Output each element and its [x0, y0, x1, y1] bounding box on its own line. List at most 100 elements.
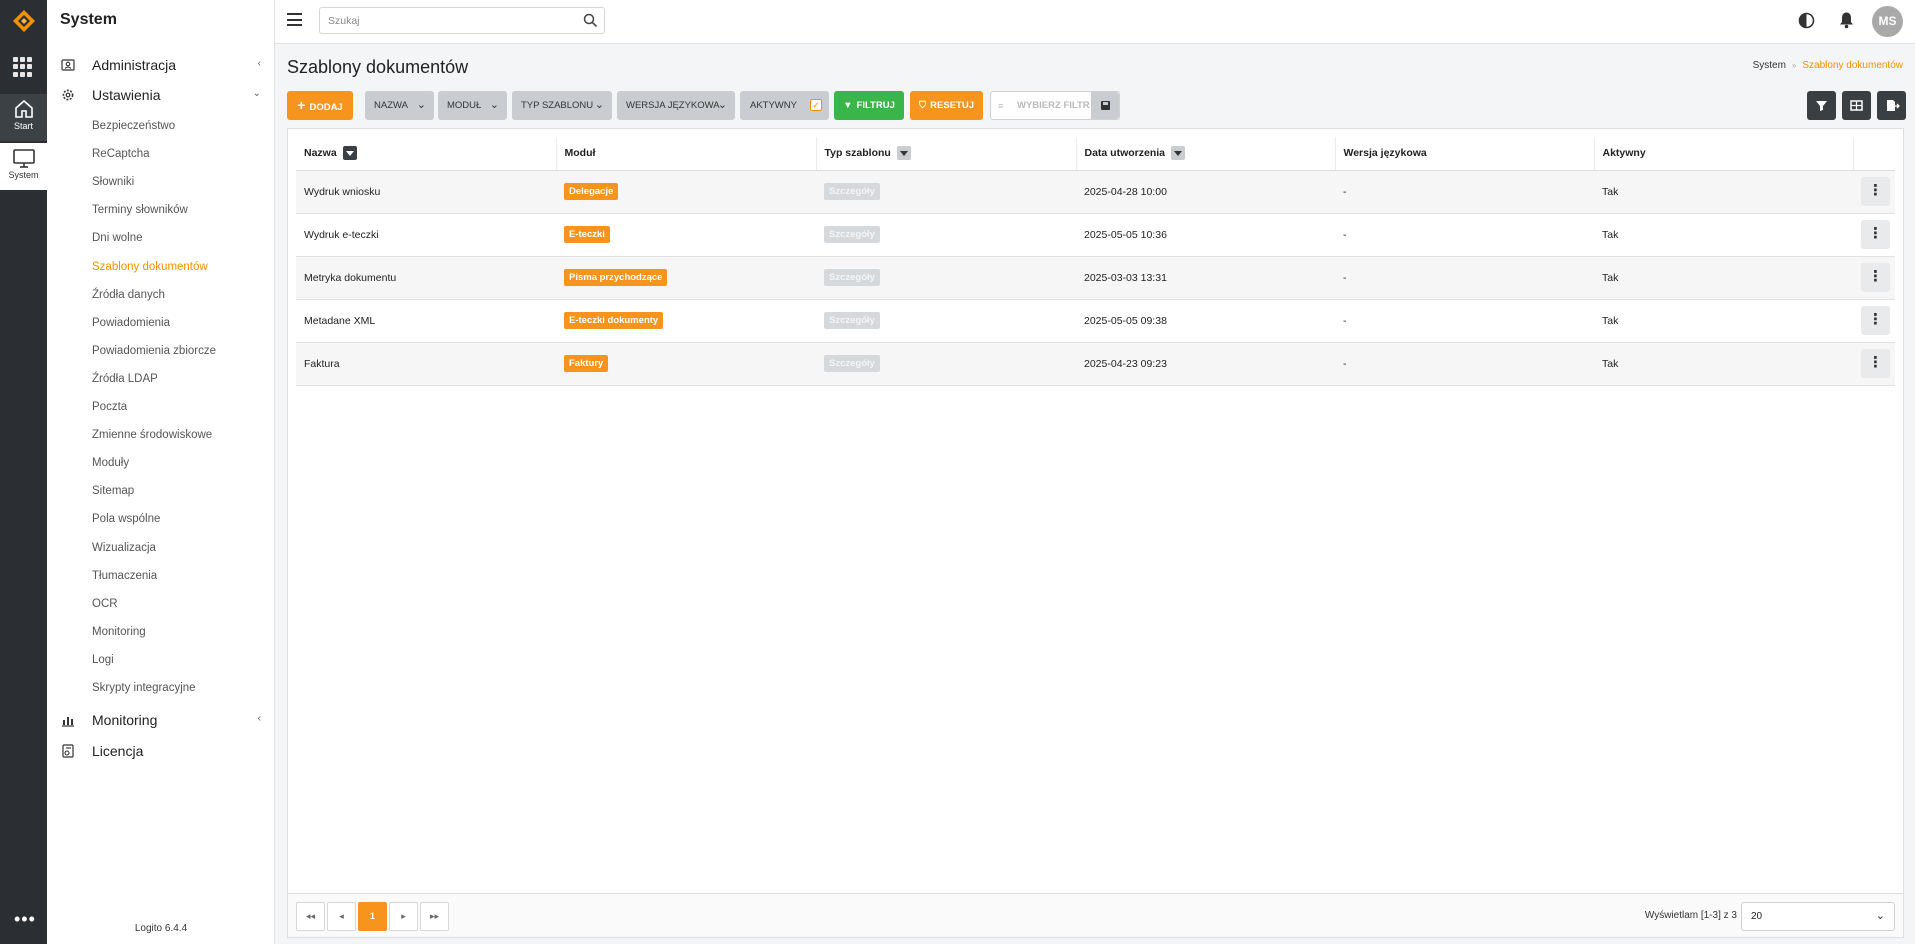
- clear-filter-icon: ⛉: [919, 100, 927, 111]
- sidebar-group-administracja[interactable]: Administracja ‹: [47, 53, 275, 77]
- column-header-data[interactable]: Data utworzenia: [1075, 137, 1335, 171]
- resetuj-button[interactable]: ⛉ RESETUJ: [910, 91, 983, 120]
- table-row[interactable]: Wydruk wniosku Delegacje Szczegóły 2025-04-…: [296, 170, 1895, 214]
- module-badge: E-teczki dokumenty: [564, 312, 664, 329]
- save-filter-button[interactable]: [1091, 92, 1119, 119]
- sidebar-subitem[interactable]: Dni wolne: [92, 232, 143, 244]
- next-page-button[interactable]: ▸: [389, 902, 418, 931]
- rail-start-button[interactable]: Start: [0, 94, 47, 141]
- chevron-down-icon: ⌄: [1875, 910, 1885, 922]
- add-button-label: DODAJ: [309, 102, 343, 113]
- table-icon: [1850, 100, 1863, 111]
- export-button[interactable]: [1877, 91, 1906, 120]
- column-header-typ[interactable]: Typ szablonu: [815, 137, 1076, 171]
- search-icon[interactable]: [583, 13, 598, 28]
- sidebar-subitem[interactable]: Skrypty integracyjne: [92, 682, 196, 694]
- filter-nazwa-dropdown[interactable]: NAZWA ⌄: [365, 91, 434, 120]
- column-header-nazwa[interactable]: Nazwa: [296, 137, 556, 171]
- page-size-select[interactable]: 20 ⌄: [1741, 902, 1895, 931]
- cell-actions: ⋮: [1853, 213, 1895, 257]
- sidebar-subitem[interactable]: Zmienne środowiskowe: [92, 429, 212, 441]
- sidebar-subitem[interactable]: Powiadomienia zbiorcze: [92, 345, 216, 357]
- sidebar-subitem[interactable]: Bezpieczeństwo: [92, 120, 175, 132]
- search-input[interactable]: [320, 8, 560, 33]
- filter-aktywny-toggle[interactable]: AKTYWNY ✓: [740, 91, 829, 120]
- column-header-wersja[interactable]: Wersja językowa: [1334, 137, 1594, 171]
- hamburger-menu-icon[interactable]: [287, 13, 302, 26]
- sidebar-group-label: Monitoring: [92, 712, 158, 728]
- sidebar-subitem[interactable]: Szablony dokumentów: [92, 261, 208, 273]
- sidebar-subitem[interactable]: Powiadomienia: [92, 317, 170, 329]
- sidebar-subitem[interactable]: Terminy słowników: [92, 204, 188, 216]
- kebab-menu-icon[interactable]: ⋮: [1861, 177, 1890, 206]
- column-header-aktywny[interactable]: Aktywny: [1593, 137, 1853, 171]
- sidebar-subitem[interactable]: Moduły: [92, 457, 129, 469]
- sidebar-subitem[interactable]: Tłumaczenia: [92, 570, 157, 582]
- page-size-value: 20: [1751, 911, 1763, 922]
- filter-list-icon: ≡: [998, 101, 1004, 111]
- sidebar-subitem[interactable]: Sitemap: [92, 485, 134, 497]
- sidebar-subitem[interactable]: Logi: [92, 654, 114, 666]
- column-header-modul[interactable]: Moduł: [555, 137, 816, 171]
- sidebar-subitem[interactable]: Słowniki: [92, 176, 134, 188]
- table-row[interactable]: Metryka dokumentu Pisma przychodzące Szcze…: [296, 256, 1895, 300]
- add-button[interactable]: + DODAJ: [287, 91, 353, 120]
- table-row[interactable]: Faktura Faktury Szczegóły 2025-04-23 09:23-…: [296, 342, 1895, 386]
- sidebar-subitem[interactable]: Poczta: [92, 401, 127, 413]
- sidebar-group-licencja[interactable]: Licencja: [47, 739, 275, 763]
- user-avatar[interactable]: MS: [1872, 6, 1903, 37]
- breadcrumb-item-system[interactable]: System: [1753, 60, 1786, 71]
- rail-system-button[interactable]: System: [0, 143, 47, 190]
- topbar: MS: [275, 0, 1915, 44]
- sidebar-subitem[interactable]: OCR: [92, 598, 118, 610]
- cell-actions: ⋮: [1853, 256, 1895, 300]
- sidebar-subitem[interactable]: Źródła danych: [92, 289, 165, 301]
- sidebar-subitem[interactable]: Monitoring: [92, 626, 146, 638]
- more-icon[interactable]: •••: [14, 909, 36, 930]
- kebab-menu-icon[interactable]: ⋮: [1861, 263, 1890, 292]
- cell-typ: Szczegóły: [816, 342, 1076, 386]
- kebab-menu-icon[interactable]: ⋮: [1861, 220, 1890, 249]
- cell-aktywny: Tak: [1594, 342, 1853, 386]
- cell-modul: Pisma przychodzące: [556, 256, 816, 300]
- chevron-down-icon: ⌄: [717, 99, 727, 111]
- cell-actions: ⋮: [1853, 342, 1895, 386]
- sidebar-subitem[interactable]: Źródła LDAP: [92, 373, 158, 385]
- logito-logo-icon[interactable]: [12, 9, 36, 33]
- sidebar-subitem[interactable]: Pola wspólne: [92, 513, 160, 525]
- aktywny-checkbox[interactable]: ✓: [810, 99, 822, 111]
- chart-icon: [62, 717, 74, 727]
- type-badge: Szczegóły: [824, 312, 880, 329]
- filter-modul-label: MODUŁ: [447, 100, 482, 111]
- sort-icon[interactable]: [896, 146, 911, 161]
- sort-desc-icon[interactable]: [342, 146, 357, 161]
- prev-page-button[interactable]: ◂: [327, 902, 356, 931]
- sidebar-subitem[interactable]: ReCaptcha: [92, 148, 150, 160]
- first-page-button[interactable]: ◂◂: [296, 902, 325, 931]
- saved-filter-select[interactable]: ≡ WYBIERZ FILTR: [990, 91, 1120, 120]
- table-row[interactable]: Wydruk e-teczki E-teczki Szczegóły 2025-05-…: [296, 213, 1895, 257]
- contrast-toggle-icon[interactable]: [1798, 12, 1815, 29]
- bell-icon[interactable]: [1838, 11, 1855, 29]
- column-settings-button[interactable]: [1842, 91, 1871, 120]
- breadcrumb: System » Szablony dokumentów: [1753, 60, 1903, 71]
- sidebar-subitem[interactable]: Wizualizacja: [92, 542, 156, 554]
- apps-grid-icon[interactable]: [13, 57, 33, 77]
- sidebar-group-ustawienia[interactable]: Ustawienia ⌄: [47, 83, 275, 107]
- cell-aktywny: Tak: [1594, 170, 1853, 214]
- kebab-menu-icon[interactable]: ⋮: [1861, 306, 1890, 335]
- chevron-down-icon: ⌄: [252, 88, 261, 99]
- kebab-menu-icon[interactable]: ⋮: [1861, 349, 1890, 378]
- sidebar-group-monitoring[interactable]: Monitoring ‹: [47, 708, 275, 732]
- last-page-button[interactable]: ▸▸: [420, 902, 449, 931]
- filter-wersja-dropdown[interactable]: WERSJA JĘZYKOWA ⌄: [617, 91, 735, 120]
- sort-icon[interactable]: [1171, 146, 1186, 161]
- home-icon: [14, 99, 33, 118]
- filtruj-button[interactable]: ▼ FILTRUJ: [834, 91, 904, 120]
- page-number-button[interactable]: 1: [358, 902, 387, 931]
- templates-table: Nazwa Moduł Typ szablonu Data utworzenia…: [296, 137, 1895, 386]
- filter-typ-dropdown[interactable]: TYP SZABLONU ⌄: [512, 91, 612, 120]
- table-row[interactable]: Metadane XML E-teczki dokumenty Szczegóły 2…: [296, 299, 1895, 343]
- filter-modul-dropdown[interactable]: MODUŁ ⌄: [438, 91, 507, 120]
- advanced-filter-button[interactable]: [1807, 91, 1836, 120]
